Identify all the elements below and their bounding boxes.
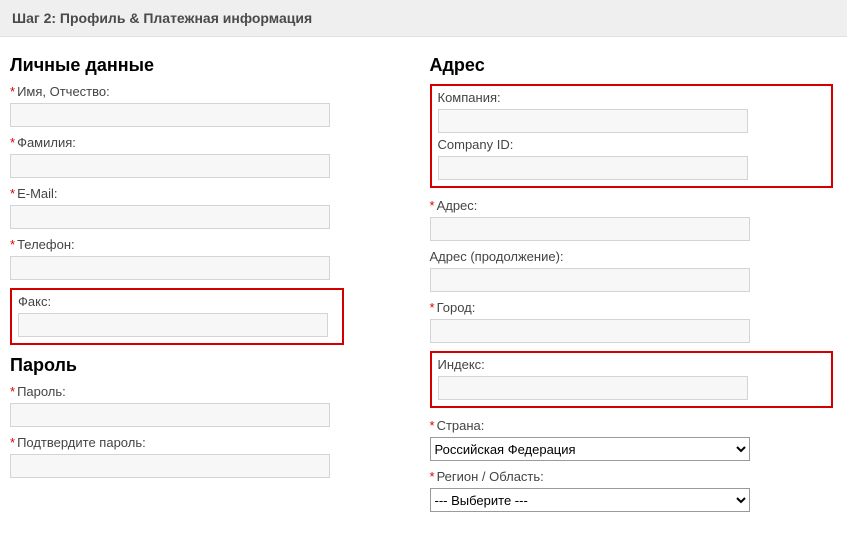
field-region: *Регион / Область: --- Выберите ---: [430, 469, 834, 512]
field-index: Индекс:: [438, 357, 826, 400]
highlight-fax: Факс:: [10, 288, 344, 345]
address1-input[interactable]: [430, 217, 750, 241]
highlight-index: Индекс:: [430, 351, 834, 408]
field-company: Компания:: [438, 90, 826, 133]
confirm-password-label: *Подтвердите пароль:: [10, 435, 344, 450]
email-input[interactable]: [10, 205, 330, 229]
index-label: Индекс:: [438, 357, 826, 372]
address-title: Адрес: [430, 55, 834, 76]
field-city: *Город:: [430, 300, 834, 343]
step-header: Шаг 2: Профиль & Платежная информация: [0, 0, 847, 37]
address2-label: Адрес (продолжение):: [430, 249, 834, 264]
company-id-label: Company ID:: [438, 137, 826, 152]
region-select[interactable]: --- Выберите ---: [430, 488, 750, 512]
field-firstname: *Имя, Отчество:: [10, 84, 344, 127]
fax-label: Факс:: [18, 294, 336, 309]
column-left: Личные данные *Имя, Отчество: *Фамилия: …: [10, 49, 424, 520]
field-country: *Страна: Российская Федерация: [430, 418, 834, 461]
field-password: *Пароль:: [10, 384, 344, 427]
phone-input[interactable]: [10, 256, 330, 280]
highlight-company: Компания: Company ID:: [430, 84, 834, 188]
fax-input[interactable]: [18, 313, 328, 337]
country-select[interactable]: Российская Федерация: [430, 437, 750, 461]
firstname-input[interactable]: [10, 103, 330, 127]
field-confirm-password: *Подтвердите пароль:: [10, 435, 344, 478]
field-phone: *Телефон:: [10, 237, 344, 280]
company-id-input[interactable]: [438, 156, 748, 180]
form-area: Личные данные *Имя, Отчество: *Фамилия: …: [0, 37, 847, 540]
password-input[interactable]: [10, 403, 330, 427]
phone-label: *Телефон:: [10, 237, 344, 252]
index-input[interactable]: [438, 376, 748, 400]
field-address2: Адрес (продолжение):: [430, 249, 834, 292]
email-label: *E-Mail:: [10, 186, 344, 201]
address2-input[interactable]: [430, 268, 750, 292]
field-fax: Факс:: [18, 294, 336, 337]
company-label: Компания:: [438, 90, 826, 105]
field-lastname: *Фамилия:: [10, 135, 344, 178]
firstname-label: *Имя, Отчество:: [10, 84, 344, 99]
address1-label: *Адрес:: [430, 198, 834, 213]
lastname-label: *Фамилия:: [10, 135, 344, 150]
password-title: Пароль: [10, 355, 344, 376]
field-address1: *Адрес:: [430, 198, 834, 241]
lastname-input[interactable]: [10, 154, 330, 178]
field-company-id: Company ID:: [438, 137, 826, 180]
personal-data-title: Личные данные: [10, 55, 344, 76]
city-label: *Город:: [430, 300, 834, 315]
confirm-password-input[interactable]: [10, 454, 330, 478]
column-right: Адрес Компания: Company ID: *Адрес: Адре…: [424, 49, 838, 520]
company-input[interactable]: [438, 109, 748, 133]
password-label: *Пароль:: [10, 384, 344, 399]
country-label: *Страна:: [430, 418, 834, 433]
field-email: *E-Mail:: [10, 186, 344, 229]
region-label: *Регион / Область:: [430, 469, 834, 484]
city-input[interactable]: [430, 319, 750, 343]
